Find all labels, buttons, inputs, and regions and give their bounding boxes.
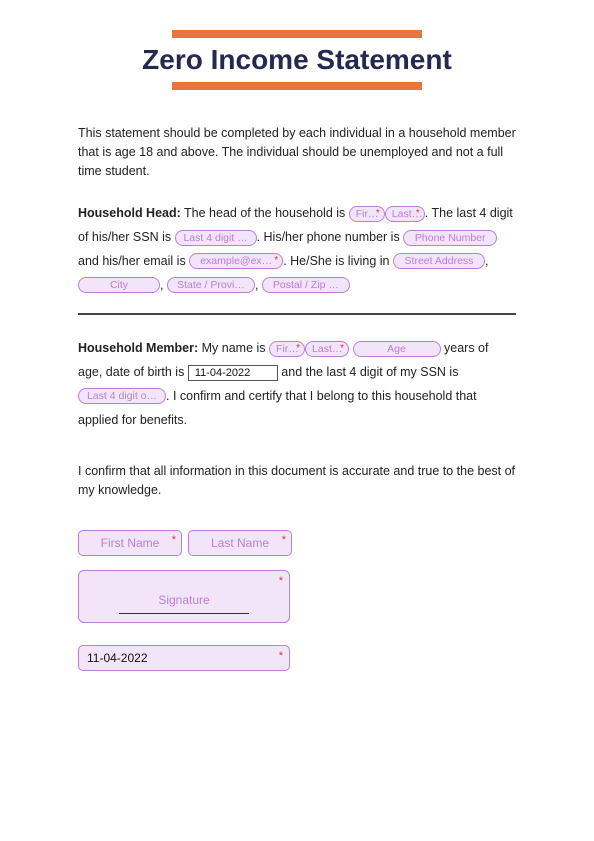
confirmation-text: I confirm that all information in this d… [78, 462, 516, 500]
head-city-field[interactable]: City [78, 277, 160, 293]
text: . His/her phone number is [257, 230, 400, 244]
head-last-name-field[interactable]: Last… [385, 206, 425, 222]
household-head-section: Household Head: The head of the househol… [78, 202, 516, 297]
text: The head of the household is [184, 206, 345, 220]
sign-date-field[interactable]: 11-04-2022 [78, 645, 290, 671]
head-state-field[interactable]: State / Provi… [167, 277, 255, 293]
household-member-section: Household Member: My name is Fir…Last… A… [78, 337, 516, 432]
signature-line [119, 613, 249, 614]
head-street-field[interactable]: Street Address [393, 253, 485, 269]
text: My name is [202, 341, 266, 355]
head-postal-field[interactable]: Postal / Zip … [262, 277, 350, 293]
divider [78, 313, 516, 315]
page: Zero Income Statement This statement sho… [0, 0, 594, 701]
head-first-name-field[interactable]: Fir… [349, 206, 385, 222]
member-ssn-field[interactable]: Last 4 digit o… [78, 388, 166, 404]
intro-text: This statement should be completed by ea… [78, 124, 516, 180]
member-dob-field[interactable]: 11-04-2022 [188, 365, 278, 381]
household-member-label: Household Member: [78, 341, 198, 355]
head-email-field[interactable]: example@ex… [189, 253, 283, 269]
signature-label: Signature [158, 593, 209, 607]
text: and the last 4 digit of my SSN is [281, 365, 458, 379]
signer-name-row: First Name Last Name [78, 530, 516, 556]
head-ssn-field[interactable]: Last 4 digit … [175, 230, 257, 246]
document-title: Zero Income Statement [78, 42, 516, 78]
text: and his/her email is [78, 254, 186, 268]
signer-first-name-field[interactable]: First Name [78, 530, 182, 556]
member-first-name-field[interactable]: Fir… [269, 341, 305, 357]
head-phone-field[interactable]: Phone Number [403, 230, 497, 246]
signature-field[interactable]: Signature [78, 570, 290, 623]
household-head-label: Household Head: [78, 206, 181, 220]
member-last-name-field[interactable]: Last… [305, 341, 349, 357]
member-age-field[interactable]: Age [353, 341, 441, 357]
signer-last-name-field[interactable]: Last Name [188, 530, 292, 556]
text: . He/She is living in [283, 254, 389, 268]
decorative-bar-bottom [172, 82, 422, 90]
decorative-bar-top [172, 30, 422, 38]
